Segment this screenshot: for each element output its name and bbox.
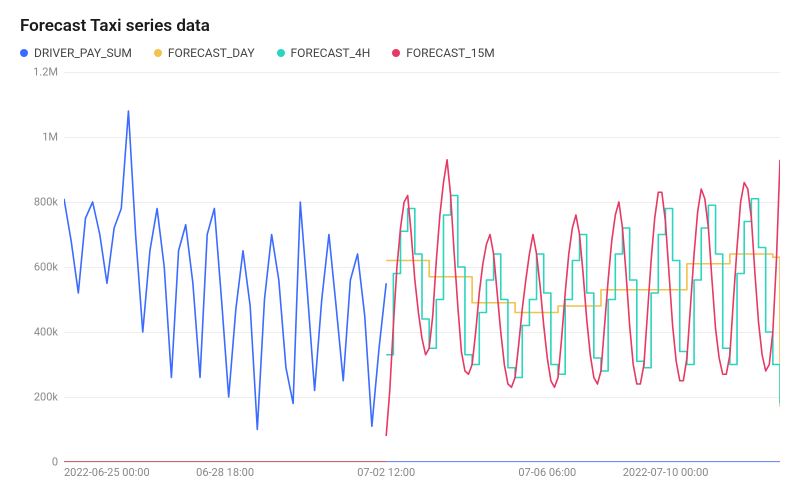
x-tick: 07-02 12:00	[357, 466, 415, 479]
circle-icon	[392, 49, 400, 57]
legend-item-driver-pay-sum[interactable]: DRIVER_PAY_SUM	[20, 46, 132, 60]
x-tick: 2022-07-10 00:00	[623, 466, 709, 479]
chart-title: Forecast Taxi series data	[20, 16, 780, 36]
y-axis: 0200k400k600k800k1M1.2M	[20, 72, 64, 462]
x-tick: 07-06 06:00	[518, 466, 576, 479]
legend: DRIVER_PAY_SUM FORECAST_DAY FORECAST_4H …	[20, 46, 780, 60]
chart-container: Forecast Taxi series data DRIVER_PAY_SUM…	[0, 0, 800, 500]
circle-icon	[20, 49, 28, 57]
series-forecast-15m	[386, 160, 780, 436]
y-tick: 0	[52, 456, 58, 469]
legend-label: FORECAST_DAY	[168, 46, 255, 60]
plot-svg	[64, 72, 780, 462]
y-tick: 1M	[42, 131, 58, 144]
circle-icon	[277, 49, 285, 57]
y-tick: 200k	[34, 391, 58, 404]
x-axis: 2022-06-25 00:00 06-28 18:00 07-02 12:00 07…	[64, 462, 780, 492]
y-tick: 800k	[34, 196, 58, 209]
legend-label: FORECAST_4H	[291, 46, 371, 60]
series-driver-pay-sum	[64, 111, 386, 430]
x-tick: 06-28 18:00	[196, 466, 254, 479]
plot-area: 0200k400k600k800k1M1.2M 2022-06-25 00:00…	[20, 72, 780, 492]
series-forecast-4h	[386, 196, 780, 404]
legend-item-forecast-day[interactable]: FORECAST_DAY	[154, 46, 255, 60]
y-tick: 1.2M	[33, 66, 58, 79]
x-tick: 2022-06-25 00:00	[64, 466, 150, 479]
y-tick: 400k	[34, 326, 58, 339]
y-tick: 600k	[34, 261, 58, 274]
legend-label: DRIVER_PAY_SUM	[34, 46, 132, 60]
legend-label: FORECAST_15M	[406, 46, 494, 60]
legend-item-forecast-4h[interactable]: FORECAST_4H	[277, 46, 371, 60]
legend-item-forecast-15m[interactable]: FORECAST_15M	[392, 46, 494, 60]
circle-icon	[154, 49, 162, 57]
plot	[64, 72, 780, 462]
